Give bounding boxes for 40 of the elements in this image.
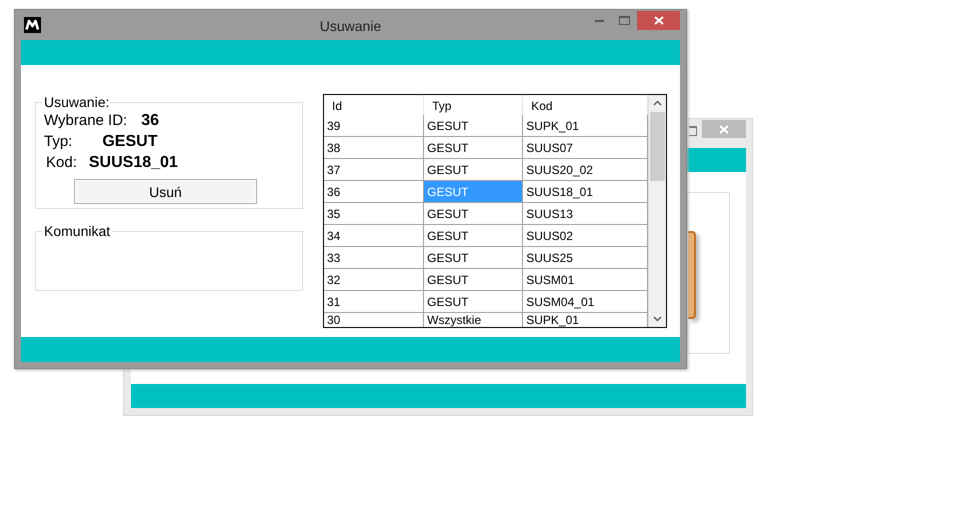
button-edge[interactable]: [688, 231, 696, 319]
window-title: Usuwanie: [320, 18, 382, 34]
table-cell[interactable]: 39: [324, 115, 424, 137]
table-cell[interactable]: GESUT: [424, 269, 524, 291]
table-cell[interactable]: GESUT: [424, 137, 524, 159]
table-cell[interactable]: 35: [324, 203, 424, 225]
close-icon[interactable]: [654, 16, 664, 25]
maximize-icon[interactable]: [619, 16, 630, 25]
close-button[interactable]: [702, 120, 746, 138]
table-cell[interactable]: GESUT: [424, 247, 524, 269]
table-cell[interactable]: GESUT: [424, 203, 524, 225]
scroll-down-icon[interactable]: [653, 316, 662, 322]
table-cell[interactable]: GESUT: [424, 291, 524, 313]
field-label: Wybrane ID:: [44, 112, 128, 129]
table-cell[interactable]: Wszystkie: [424, 313, 524, 327]
field-label: Typ:: [44, 133, 72, 150]
scrollbar[interactable]: [648, 95, 666, 327]
group-title: Usuwanie:: [43, 94, 110, 110]
scroll-up-icon[interactable]: [653, 100, 662, 106]
delete-button[interactable]: Usuń: [74, 179, 257, 204]
table-cell[interactable]: 37: [324, 159, 424, 181]
table-cell[interactable]: 33: [324, 247, 424, 269]
table-cell[interactable]: 38: [324, 137, 424, 159]
minimize-icon[interactable]: [595, 19, 604, 22]
table-cell[interactable]: GESUT: [424, 115, 524, 137]
table-cell[interactable]: 32: [324, 269, 424, 291]
field-value: 36: [141, 112, 160, 130]
group-title: Komunikat: [43, 223, 112, 239]
field-label: Kod:: [46, 154, 77, 171]
table-cell[interactable]: 34: [324, 225, 424, 247]
field-value: SUUS18_01: [88, 154, 178, 172]
table-cell[interactable]: 31: [324, 291, 424, 313]
scroll-thumb[interactable]: [650, 112, 666, 181]
close-icon[interactable]: [719, 124, 729, 134]
field-value: GESUT: [102, 132, 158, 150]
logo-icon: [24, 17, 41, 33]
table-cell[interactable]: 30: [324, 313, 424, 327]
close-button[interactable]: [637, 11, 680, 30]
table-cell[interactable]: GESUT: [424, 225, 524, 247]
maximize-icon[interactable]: [689, 126, 697, 136]
